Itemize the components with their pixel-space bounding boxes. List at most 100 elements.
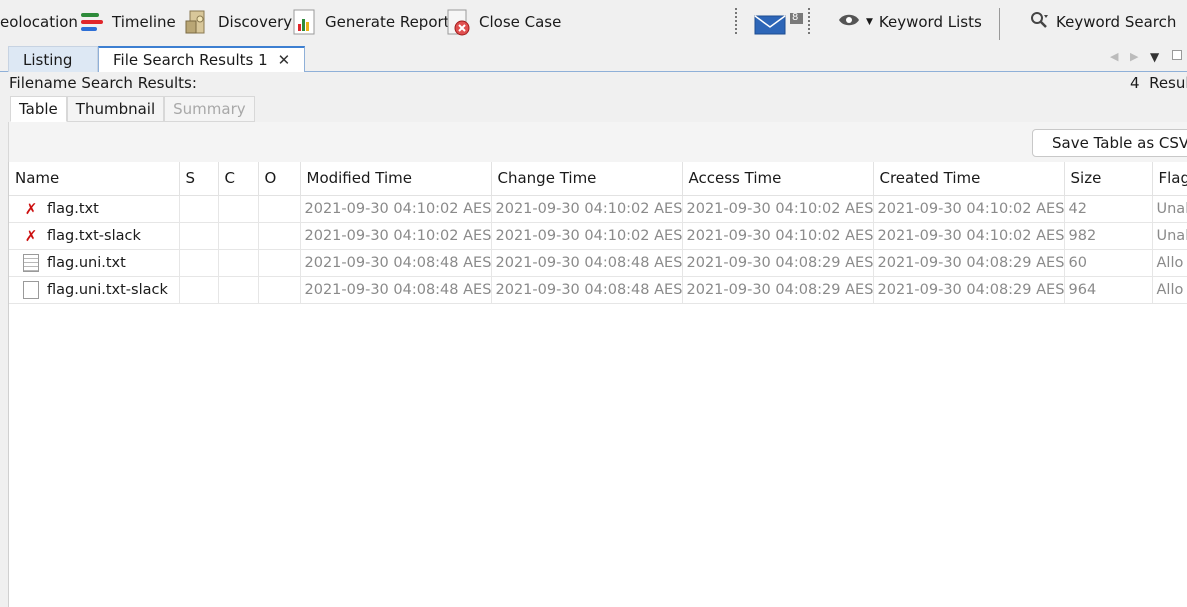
result-count: 4 Result bbox=[1130, 74, 1187, 92]
result-tab-bar: Listing File Search Results 1 ✕ ◀ ▶ ▼ bbox=[0, 44, 1187, 73]
column-header-access-time[interactable]: Access Time bbox=[682, 162, 874, 196]
discovery-button[interactable]: Discovery bbox=[184, 0, 292, 44]
subtab-thumbnail[interactable]: Thumbnail bbox=[66, 96, 165, 122]
tab-file-search-results[interactable]: File Search Results 1 ✕ bbox=[98, 46, 306, 73]
discovery-icon bbox=[184, 8, 212, 36]
close-case-button[interactable]: Close Case bbox=[445, 0, 561, 44]
tab-list-dropdown-icon[interactable]: ▼ bbox=[1150, 50, 1159, 64]
keyword-search-button[interactable]: Keyword Search bbox=[1030, 0, 1176, 44]
cell-s bbox=[179, 195, 219, 223]
cell-modified-time: 2021-09-30 04:10:02 AEST bbox=[300, 222, 492, 250]
cell-flag: Unal bbox=[1152, 195, 1187, 223]
column-header-change-time[interactable]: Change Time bbox=[491, 162, 683, 196]
generate-report-button[interactable]: Generate Report bbox=[291, 0, 450, 44]
column-header-o[interactable]: O bbox=[258, 162, 301, 196]
tab-listing[interactable]: Listing bbox=[8, 46, 98, 72]
cell-change-time: 2021-09-30 04:08:48 AEST bbox=[491, 249, 683, 277]
column-header-size[interactable]: Size bbox=[1064, 162, 1153, 196]
results-table-area: Name S C O Modified Time Change Time Acc… bbox=[8, 162, 1187, 607]
cell-o bbox=[258, 222, 301, 250]
column-header-created-time[interactable]: Created Time bbox=[873, 162, 1065, 196]
keyword-search-label: Keyword Search bbox=[1056, 13, 1177, 31]
messages-button[interactable]: 8 bbox=[754, 0, 804, 44]
subtab-content-bg bbox=[8, 122, 1187, 162]
cell-created-time: 2021-09-30 04:08:29 AEST bbox=[873, 276, 1065, 304]
cell-modified-time: 2021-09-30 04:10:02 AEST bbox=[300, 195, 492, 223]
cell-o bbox=[258, 249, 301, 277]
toolbar-separator bbox=[735, 8, 737, 36]
deleted-file-icon: ✗ bbox=[24, 199, 38, 218]
close-tab-icon[interactable]: ✕ bbox=[278, 51, 291, 69]
column-header-flag[interactable]: Flag bbox=[1152, 162, 1187, 196]
blank-file-icon bbox=[23, 280, 39, 299]
table-row[interactable]: ✗ flag.txt 2021-09-30 04:10:02 AEST 2021-… bbox=[9, 195, 1187, 223]
cell-c bbox=[218, 195, 259, 223]
table-row[interactable]: ✗ flag.txt-slack 2021-09-30 04:10:02 AEST… bbox=[9, 222, 1187, 250]
cell-modified-time: 2021-09-30 04:08:48 AEST bbox=[300, 249, 492, 277]
timeline-button[interactable]: Timeline bbox=[78, 0, 176, 44]
cell-flag: Unal bbox=[1152, 222, 1187, 250]
timeline-label: Timeline bbox=[112, 13, 176, 31]
cell-size: 60 bbox=[1064, 249, 1153, 277]
cell-size: 982 bbox=[1064, 222, 1153, 250]
discovery-label: Discovery bbox=[218, 13, 293, 31]
view-subtabs: Table Thumbnail Summary bbox=[10, 96, 255, 122]
cell-modified-time: 2021-09-30 04:08:48 AEST bbox=[300, 276, 492, 304]
table-header-row: Name S C O Modified Time Change Time Acc… bbox=[9, 162, 1187, 196]
mail-icon: 8 bbox=[754, 8, 804, 36]
cell-c bbox=[218, 249, 259, 277]
file-name: flag.txt-slack bbox=[47, 227, 141, 244]
cell-access-time: 2021-09-30 04:08:29 AEST bbox=[682, 249, 874, 277]
deleted-file-icon: ✗ bbox=[24, 226, 38, 245]
search-icon bbox=[1030, 11, 1050, 33]
cell-size: 964 bbox=[1064, 276, 1153, 304]
file-name: flag.uni.txt bbox=[47, 254, 126, 271]
scroll-left-icon[interactable]: ◀ bbox=[1110, 50, 1118, 63]
cell-change-time: 2021-09-30 04:08:48 AEST bbox=[491, 276, 683, 304]
cell-change-time: 2021-09-30 04:10:02 AEST bbox=[491, 195, 683, 223]
cell-o bbox=[258, 276, 301, 304]
column-header-modified-time[interactable]: Modified Time bbox=[300, 162, 492, 196]
keyword-lists-button[interactable]: ▼ Keyword Lists bbox=[838, 0, 982, 44]
cell-created-time: 2021-09-30 04:10:02 AEST bbox=[873, 195, 1065, 223]
close-case-icon bbox=[445, 8, 473, 36]
cell-flag: Allo bbox=[1152, 276, 1187, 304]
cell-created-time: 2021-09-30 04:08:29 AEST bbox=[873, 249, 1065, 277]
keyword-lists-label: Keyword Lists bbox=[878, 13, 982, 31]
close-case-label: Close Case bbox=[479, 13, 562, 31]
column-header-name[interactable]: Name bbox=[9, 162, 180, 196]
cell-access-time: 2021-09-30 04:10:02 AEST bbox=[682, 222, 874, 250]
cell-access-time: 2021-09-30 04:10:02 AEST bbox=[682, 195, 874, 223]
column-header-s[interactable]: S bbox=[179, 162, 219, 196]
file-name: flag.uni.txt-slack bbox=[47, 281, 168, 298]
save-table-csv-button[interactable]: Save Table as CSV bbox=[1032, 129, 1187, 157]
file-name: flag.txt bbox=[47, 200, 99, 217]
subtab-summary: Summary bbox=[164, 96, 255, 122]
cell-created-time: 2021-09-30 04:10:02 AEST bbox=[873, 222, 1065, 250]
cell-c bbox=[218, 222, 259, 250]
results-heading: Filename Search Results: bbox=[9, 74, 197, 92]
table-row[interactable]: flag.uni.txt 2021-09-30 04:08:48 AEST 20… bbox=[9, 249, 1187, 277]
message-count-badge: 8 bbox=[792, 12, 799, 23]
tab-file-search-label: File Search Results 1 bbox=[113, 51, 268, 69]
cell-c bbox=[218, 276, 259, 304]
results-table: Name S C O Modified Time Change Time Acc… bbox=[9, 162, 1187, 304]
timeline-icon bbox=[78, 8, 106, 36]
geolocation-label: eolocation bbox=[0, 13, 78, 31]
cell-o bbox=[258, 195, 301, 223]
text-file-icon bbox=[23, 253, 39, 272]
eye-icon bbox=[838, 13, 860, 31]
main-toolbar: eolocation Timeline Discovery Generate R… bbox=[0, 0, 1187, 44]
report-icon bbox=[291, 8, 319, 36]
toolbar-separator bbox=[808, 8, 810, 36]
maximize-icon[interactable] bbox=[1172, 50, 1182, 60]
scroll-right-icon[interactable]: ▶ bbox=[1130, 50, 1138, 63]
cell-s bbox=[179, 276, 219, 304]
cell-change-time: 2021-09-30 04:10:02 AEST bbox=[491, 222, 683, 250]
subtab-table[interactable]: Table bbox=[10, 96, 67, 122]
cell-size: 42 bbox=[1064, 195, 1153, 223]
column-header-c[interactable]: C bbox=[218, 162, 259, 196]
table-row[interactable]: flag.uni.txt-slack 2021-09-30 04:08:48 A… bbox=[9, 276, 1187, 304]
toolbar-divider bbox=[999, 8, 1000, 40]
geolocation-button[interactable]: eolocation bbox=[0, 0, 78, 44]
